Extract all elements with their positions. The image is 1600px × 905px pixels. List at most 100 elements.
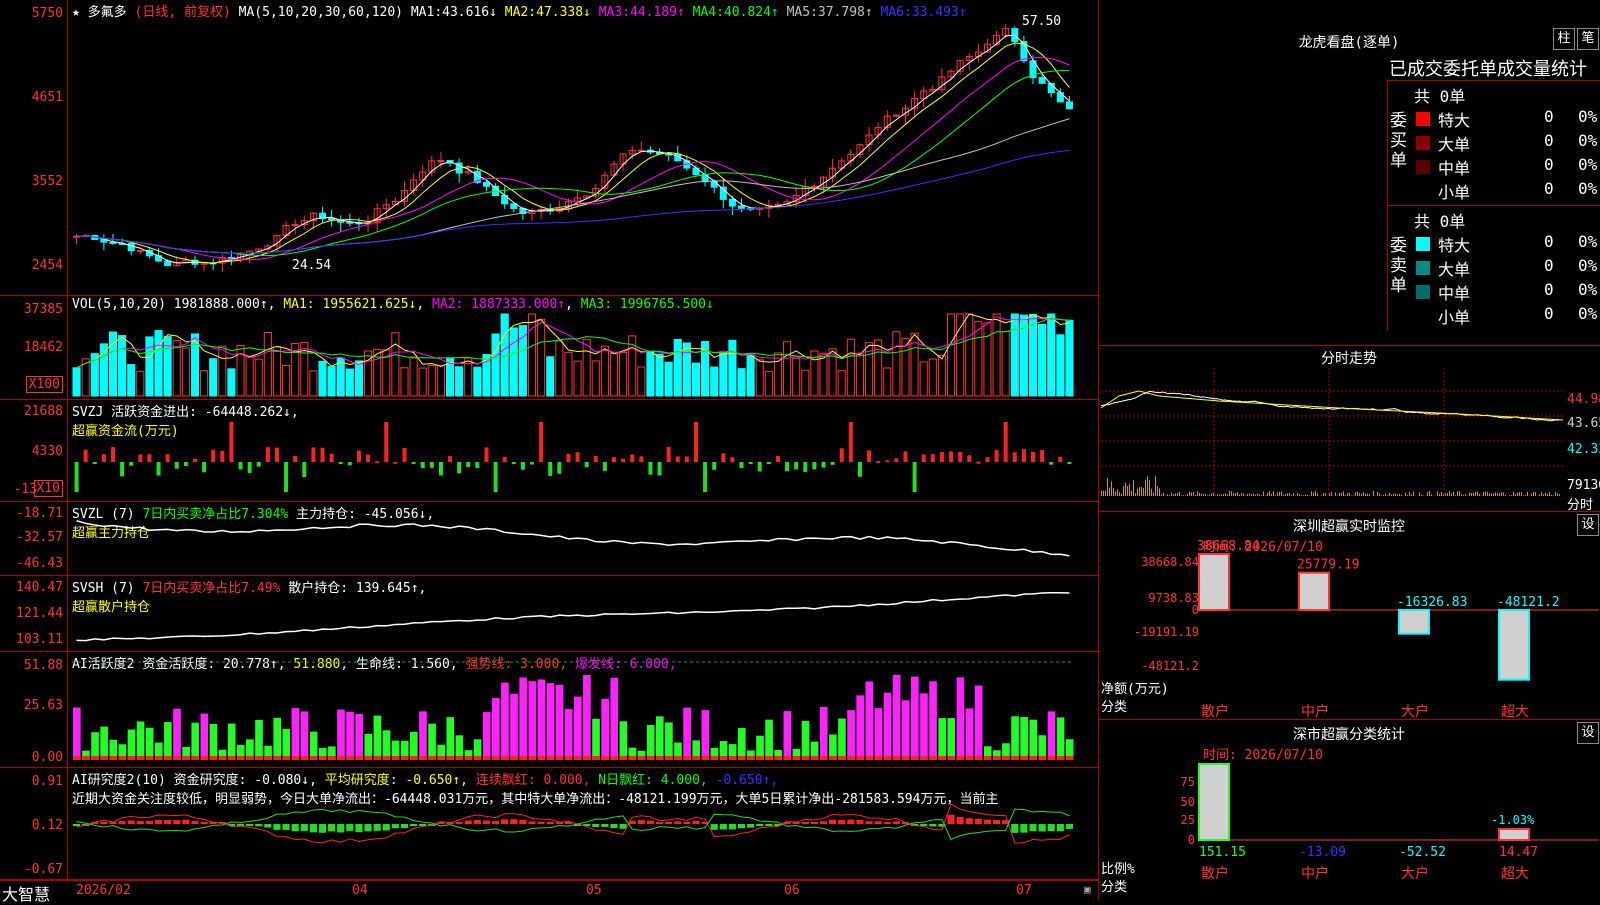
svzj-bar <box>694 422 698 462</box>
kline-chart[interactable] <box>0 0 1098 296</box>
activity-bar <box>528 681 536 760</box>
research-bar <box>674 821 681 824</box>
intraday-vol-bar <box>1457 491 1458 496</box>
activity-base <box>191 756 199 760</box>
intraday-chart[interactable] <box>1099 346 1600 512</box>
lock-icon[interactable]: ▣ <box>1084 883 1091 896</box>
volume-chart[interactable] <box>0 296 1098 400</box>
volume-bar <box>838 371 845 396</box>
activity-bar <box>419 711 427 760</box>
activity-base <box>173 756 181 760</box>
activity-base <box>292 756 300 760</box>
activity-base <box>456 756 464 760</box>
svzj-bar <box>1058 457 1062 462</box>
svzl-chart[interactable] <box>0 502 1098 576</box>
bar-mode-button[interactable]: 柱 <box>1553 28 1575 50</box>
intraday-vol-bar <box>1329 493 1330 496</box>
svzj-bar <box>512 462 516 464</box>
activity-base <box>401 756 409 760</box>
volume-bar <box>155 331 162 396</box>
intraday-vol-bar <box>1133 480 1134 496</box>
activity-base <box>109 756 117 760</box>
szmon-tick: 0 <box>1192 603 1199 617</box>
research-bar <box>492 821 499 824</box>
svsh-chart[interactable] <box>0 576 1098 652</box>
activity-base <box>283 756 291 760</box>
volume-pane[interactable]: 37385 18462 X100 VOL(5,10,20) 1981888.00… <box>0 296 1098 400</box>
intraday-vol-bar <box>1141 487 1142 496</box>
szcls-value: 14.47 <box>1499 845 1538 860</box>
intraday-vol-bar <box>1515 494 1516 496</box>
svzj-pane[interactable]: 21688 4330 -13 X10 SVZJ 活跃资金进出: -64448.2… <box>0 400 1098 502</box>
intraday-vol-bar <box>1475 492 1476 496</box>
intraday-vol-tick: 79136 <box>1567 478 1600 493</box>
intraday-vol-bar <box>1269 491 1270 496</box>
research-bar <box>811 822 818 824</box>
volume-bar <box>674 339 681 396</box>
volume-bar <box>1011 314 1018 396</box>
activity-bar <box>902 700 910 760</box>
svzj-bar <box>703 462 707 492</box>
research-bar <box>957 817 964 824</box>
activity-bar <box>301 711 309 760</box>
szmon-unit: 净额(万元) <box>1101 678 1169 697</box>
activity-bar <box>875 708 883 760</box>
activity-base <box>1066 756 1074 760</box>
activity-base <box>73 756 81 760</box>
svzj-bar <box>439 462 443 475</box>
activity-bar <box>100 727 108 760</box>
svzl-line <box>77 521 1070 556</box>
ai-research-pane[interactable]: 0.91 0.12 -0.67 AI研究度2(10) 资金研究度: -0.080… <box>0 768 1098 880</box>
row-pct: 0% <box>1578 304 1597 323</box>
intraday-vol-bar <box>1509 495 1510 496</box>
activity-bar <box>283 729 291 760</box>
svzj-bar <box>1067 462 1071 464</box>
activity-base <box>938 756 946 760</box>
activity-base <box>410 756 418 760</box>
szmon-cat-label: 分类 <box>1101 696 1127 715</box>
szmon-tick: -19191.19 <box>1134 625 1199 639</box>
activity-base <box>219 756 227 760</box>
activity-base <box>1029 756 1037 760</box>
szmon-bar <box>1299 573 1329 610</box>
volume-bar <box>875 340 882 396</box>
svzj-bar <box>858 462 862 477</box>
svzj-chart[interactable] <box>0 400 1098 502</box>
kline-pane[interactable]: 5750 4651 3552 2454 ★ 多氟多 (日线, 前复权) MA(5… <box>0 0 1098 296</box>
research-bar <box>847 820 854 824</box>
svzl-pane[interactable]: -18.71 -32.57 -46.43 SVZL (7) 7日内买卖净占比7.… <box>0 502 1098 576</box>
svzj-bar <box>676 456 680 462</box>
activity-base <box>273 756 281 760</box>
ai-activity-chart[interactable] <box>0 652 1098 768</box>
intraday-vol-bar <box>1489 493 1490 496</box>
intraday-vol-bar <box>1201 494 1202 496</box>
svsh-pane[interactable]: 140.47 121.44 103.11 SVSH (7) 7日内买卖净占比7.… <box>0 576 1098 652</box>
svzj-bar <box>721 453 725 462</box>
ma-line <box>77 119 1070 253</box>
ai-activity-pane[interactable]: 51.88 25.63 0.00 AI活跃度2 资金活跃度: 20.778↑, … <box>0 652 1098 768</box>
svzj-bar <box>639 456 643 462</box>
activity-bar <box>492 698 500 760</box>
activity-bar <box>620 721 628 760</box>
activity-bar <box>128 730 136 760</box>
research-bar <box>984 820 991 824</box>
tick-mode-button[interactable]: 笔 <box>1577 28 1599 50</box>
ai-research-chart[interactable] <box>0 768 1098 880</box>
intraday-vol-bar <box>1411 494 1412 496</box>
activity-base <box>811 756 819 760</box>
research-bar <box>173 820 180 824</box>
intraday-vol-bar <box>1275 495 1276 496</box>
volume-bar <box>128 365 135 396</box>
activity-bar <box>784 711 792 760</box>
svzj-bar <box>867 450 871 462</box>
intraday-vol-bar <box>1451 493 1452 496</box>
activity-bar <box>164 722 172 760</box>
activity-base <box>91 756 99 760</box>
intraday-panel[interactable]: 分时走势 44.98 43.65 42.33 79136 分时 <box>1098 346 1600 512</box>
svzj-bar <box>985 457 989 462</box>
volume-bar <box>1002 332 1009 396</box>
activity-base <box>100 756 108 760</box>
activity-bar <box>1029 720 1037 760</box>
intraday-vol-bar <box>1503 492 1504 496</box>
intraday-vol-bar <box>1449 491 1450 496</box>
